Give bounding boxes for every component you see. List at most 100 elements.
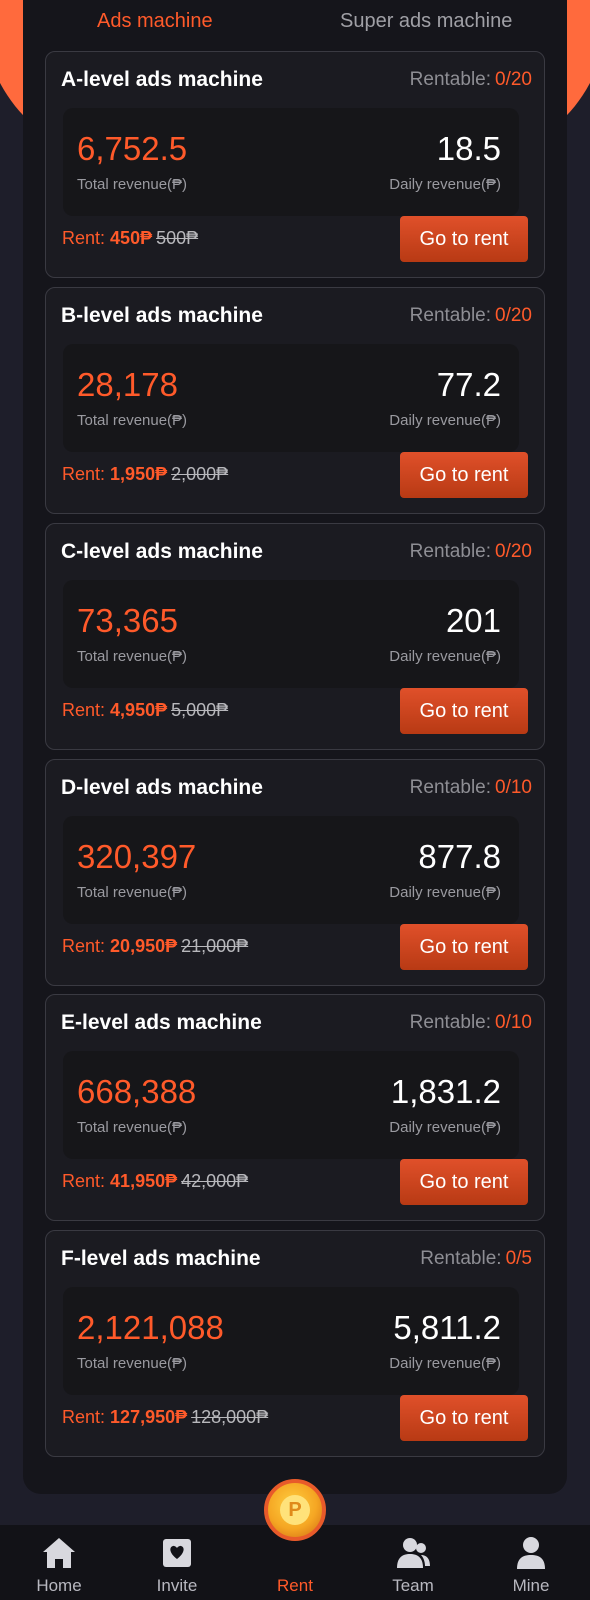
rent-prefix: Rent:	[62, 464, 106, 484]
user-icon	[517, 1537, 545, 1569]
daily-revenue-value: 201	[445, 602, 501, 639]
rent-original-price: 2,000₱	[171, 464, 229, 484]
daily-revenue-label: Daily revenue(₱)	[389, 412, 501, 429]
rent-prefix: Rent:	[62, 936, 106, 956]
daily-revenue-value: 18.5	[436, 130, 501, 167]
rentable-status: Rentable: 0/5	[420, 1248, 532, 1270]
daily-revenue-label: Daily revenue(₱)	[389, 176, 501, 193]
revenue-stats: 28,178 Total revenue(₱) 77.2 Daily reven…	[63, 344, 519, 452]
rent-prefix: Rent:	[62, 700, 106, 720]
machine-title: B-level ads machine	[61, 304, 263, 327]
rentable-count: 0/20	[495, 69, 532, 90]
revenue-stats: 320,397 Total revenue(₱) 877.8 Daily rev…	[63, 816, 519, 924]
rent-price: 4,950₱	[110, 700, 168, 720]
rentable-label: Rentable:	[409, 777, 492, 798]
total-revenue-value: 2,121,088	[77, 1309, 224, 1346]
total-revenue-value: 73,365	[77, 602, 178, 639]
rentable-status: Rentable: 0/10	[410, 777, 532, 799]
revenue-stats: 668,388 Total revenue(₱) 1,831.2 Daily r…	[63, 1051, 519, 1159]
rent-coin-icon[interactable]: P	[264, 1479, 326, 1541]
rent-prefix: Rent:	[62, 1407, 106, 1427]
total-revenue-value: 320,397	[77, 838, 197, 875]
tab-super-ads-machine[interactable]: Super ads machine	[340, 10, 512, 33]
revenue-stats: 6,752.5 Total revenue(₱) 18.5 Daily reve…	[63, 108, 519, 216]
rentable-status: Rentable: 0/20	[410, 541, 532, 563]
rent-original-price: 21,000₱	[181, 936, 249, 956]
machine-card: F-level ads machine Rentable: 0/5 2,121,0…	[45, 1230, 545, 1457]
nav-label: Rent	[277, 1576, 313, 1595]
daily-revenue-label: Daily revenue(₱)	[389, 884, 501, 901]
rent-price-line: Rent: 450₱ 500₱	[62, 228, 198, 249]
go-to-rent-button[interactable]: Go to rent	[400, 452, 528, 498]
machine-card: B-level ads machine Rentable: 0/20 28,178…	[45, 287, 545, 514]
total-revenue-label: Total revenue(₱)	[77, 648, 188, 665]
machine-card: C-level ads machine Rentable: 0/20 73,365…	[45, 523, 545, 750]
tab-ads-machine[interactable]: Ads machine	[97, 10, 213, 33]
go-to-rent-button[interactable]: Go to rent	[400, 1395, 528, 1441]
rent-original-price: 500₱	[156, 228, 199, 248]
machine-title: F-level ads machine	[61, 1247, 261, 1270]
nav-team[interactable]: Team	[354, 1525, 472, 1600]
rent-original-price: 42,000₱	[181, 1171, 249, 1191]
go-to-rent-button[interactable]: Go to rent	[400, 924, 528, 970]
nav-label: Team	[392, 1576, 434, 1595]
rent-price: 127,950₱	[110, 1407, 188, 1427]
go-to-rent-button[interactable]: Go to rent	[400, 1159, 528, 1205]
go-to-rent-button[interactable]: Go to rent	[400, 216, 528, 262]
rent-price-line: Rent: 41,950₱ 42,000₱	[62, 1171, 248, 1192]
rentable-count: 0/5	[505, 1248, 532, 1269]
revenue-stats: 2,121,088 Total revenue(₱) 5,811.2 Daily…	[63, 1287, 519, 1395]
rentable-label: Rentable:	[420, 1248, 502, 1269]
rent-price-line: Rent: 1,950₱ 2,000₱	[62, 464, 228, 485]
rent-price-line: Rent: 20,950₱ 21,000₱	[62, 936, 248, 957]
revenue-stats: 73,365 Total revenue(₱) 201 Daily revenu…	[63, 580, 519, 688]
daily-revenue-value: 1,831.2	[390, 1073, 501, 1110]
nav-mine[interactable]: Mine	[472, 1525, 590, 1600]
page: Ads machine Super ads machine A-level ad…	[0, 0, 590, 1600]
machine-title: A-level ads machine	[61, 68, 263, 91]
total-revenue-value: 6,752.5	[77, 130, 188, 167]
total-revenue-label: Total revenue(₱)	[77, 884, 188, 901]
invite-icon	[163, 1539, 191, 1567]
machine-panel: Ads machine Super ads machine A-level ad…	[23, 0, 567, 1494]
rentable-status: Rentable: 0/10	[410, 1012, 532, 1034]
total-revenue-label: Total revenue(₱)	[77, 1355, 188, 1372]
rent-original-price: 5,000₱	[171, 700, 229, 720]
rentable-label: Rentable:	[409, 305, 492, 326]
go-to-rent-button[interactable]: Go to rent	[400, 688, 528, 734]
coin-glyph: P	[280, 1495, 310, 1525]
machine-card: E-level ads machine Rentable: 0/10 668,38…	[45, 994, 545, 1221]
home-icon	[43, 1538, 75, 1568]
machine-title: C-level ads machine	[61, 540, 263, 563]
daily-revenue-value: 5,811.2	[393, 1309, 501, 1346]
tab-bar: Ads machine Super ads machine	[23, 0, 567, 46]
team-icon	[397, 1538, 430, 1568]
nav-home[interactable]: Home	[0, 1525, 118, 1600]
rent-price: 20,950₱	[110, 936, 178, 956]
rent-price: 450₱	[110, 228, 153, 248]
daily-revenue-label: Daily revenue(₱)	[389, 1355, 501, 1372]
rentable-label: Rentable:	[409, 541, 492, 562]
rent-price: 41,950₱	[110, 1171, 178, 1191]
machine-title: E-level ads machine	[61, 1011, 262, 1034]
machine-card: D-level ads machine Rentable: 0/10 320,39…	[45, 759, 545, 986]
total-revenue-label: Total revenue(₱)	[77, 1119, 188, 1136]
rentable-count: 0/20	[495, 305, 532, 326]
rentable-status: Rentable: 0/20	[410, 305, 532, 327]
total-revenue-label: Total revenue(₱)	[77, 412, 188, 429]
nav-label: Invite	[156, 1576, 198, 1595]
machine-card: A-level ads machine Rentable: 0/20 6,752.…	[45, 51, 545, 278]
nav-invite[interactable]: Invite	[118, 1525, 236, 1600]
rentable-count: 0/10	[495, 1012, 532, 1033]
total-revenue-label: Total revenue(₱)	[77, 176, 188, 193]
nav-label: Home	[36, 1576, 82, 1595]
rentable-count: 0/10	[495, 777, 532, 798]
total-revenue-value: 668,388	[77, 1073, 197, 1110]
rent-price-line: Rent: 127,950₱ 128,000₱	[62, 1407, 268, 1428]
daily-revenue-label: Daily revenue(₱)	[389, 1119, 501, 1136]
rentable-status: Rentable: 0/20	[410, 69, 532, 91]
rent-price-line: Rent: 4,950₱ 5,000₱	[62, 700, 228, 721]
rent-prefix: Rent:	[62, 228, 106, 248]
rentable-label: Rentable:	[409, 69, 492, 90]
rent-price: 1,950₱	[110, 464, 168, 484]
